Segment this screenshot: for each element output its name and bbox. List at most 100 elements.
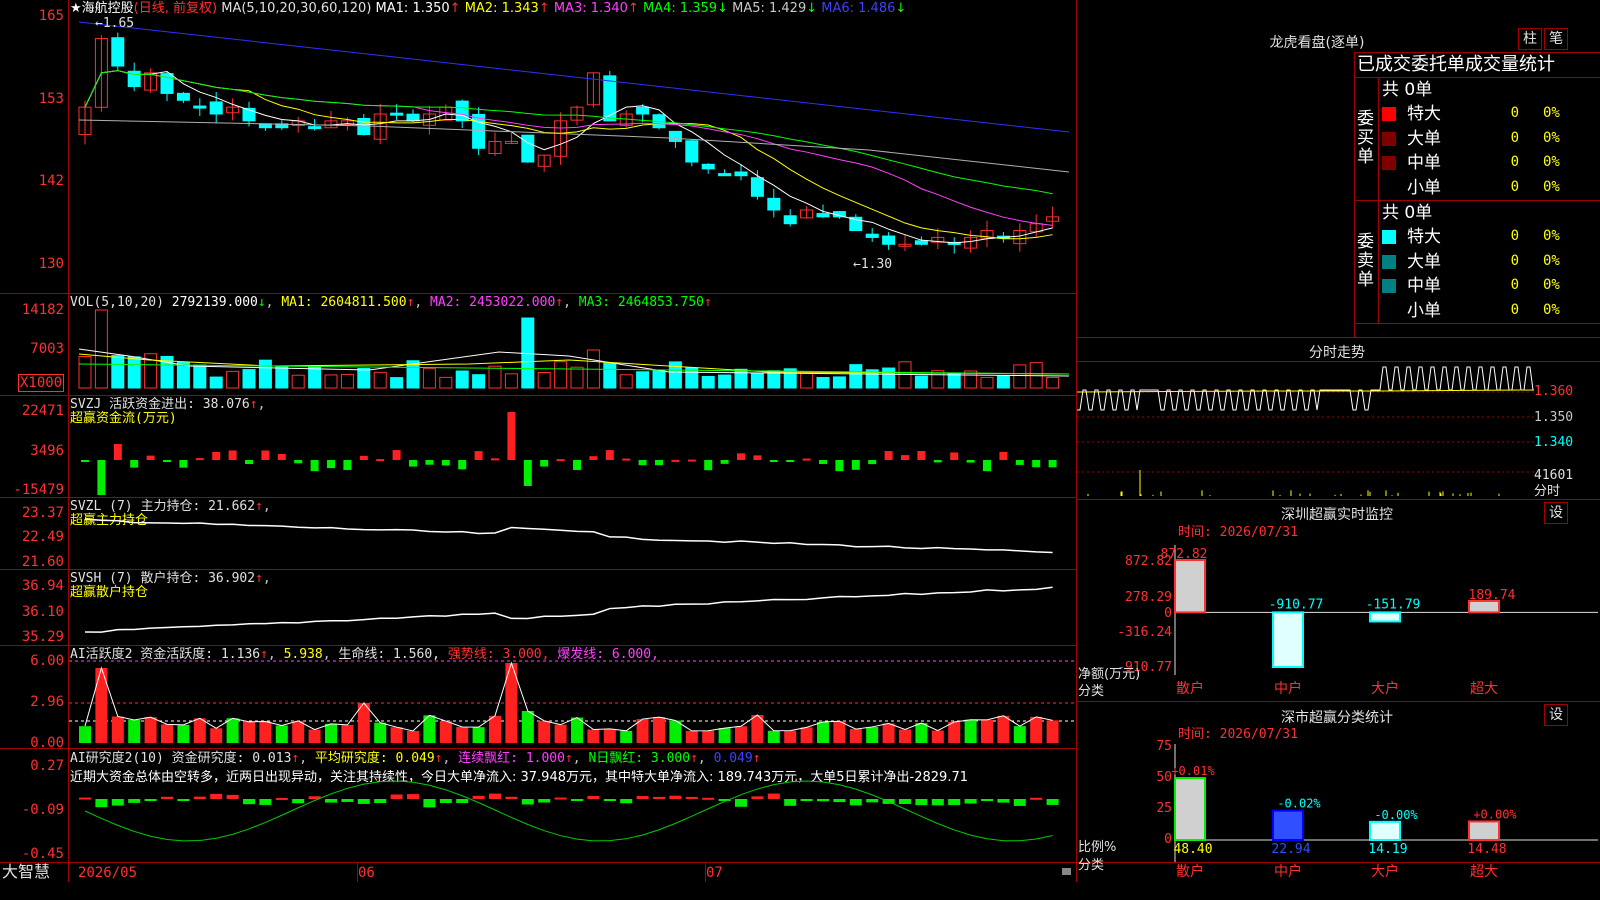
sz-class-chart[interactable]: +0.01% 48.40 散户 -0.02% 22.94 中户 -0.00% 14.19 大户 +… xyxy=(1171,744,1598,880)
sell-swatch xyxy=(1382,254,1396,269)
sz-axis-4: -316.24 xyxy=(1117,625,1172,640)
volume-bar xyxy=(439,376,453,389)
buy-row-name: 大单 xyxy=(1407,128,1441,149)
flow-bar xyxy=(261,450,270,460)
sz-settings-button[interactable]: 设 xyxy=(1544,502,1568,524)
candle-down xyxy=(111,37,125,67)
ai-activity-chart[interactable] xyxy=(69,646,1076,748)
flow-bar xyxy=(983,460,991,472)
sz-class-settings-button[interactable]: 设 xyxy=(1544,704,1568,726)
research-bar xyxy=(1013,799,1026,806)
stroke-mode-button[interactable]: 笔 xyxy=(1544,28,1568,50)
buy-side-label: 委买单 xyxy=(1357,109,1374,167)
activity-bar xyxy=(587,729,600,743)
flow-bar xyxy=(507,412,516,460)
research-bar xyxy=(259,799,272,805)
app-logo[interactable]: 大智慧 xyxy=(2,864,50,880)
research-line xyxy=(84,780,1053,842)
lock-icon[interactable] xyxy=(1062,868,1071,875)
flow-bar xyxy=(720,460,729,464)
sz2-change-label: +0.01% xyxy=(1171,764,1215,778)
activity-bar xyxy=(882,723,895,743)
svsh-chart[interactable] xyxy=(69,570,1076,644)
intraday-chart[interactable] xyxy=(1076,362,1535,498)
sell-row-count: 0 xyxy=(1510,277,1519,293)
research-bar xyxy=(95,799,108,808)
sz2-bar xyxy=(1369,820,1401,841)
candle-down xyxy=(783,215,797,225)
svsh-axis-2: 36.10 xyxy=(21,604,64,620)
tab-row: 已成交委托单成交量统计 xyxy=(1357,55,1555,75)
svzj-axis-2: 3496 xyxy=(30,443,64,459)
candle-down xyxy=(914,240,928,245)
research-bar xyxy=(571,799,583,801)
sell-swatch xyxy=(1382,230,1396,244)
tab-orders[interactable]: 委托单 xyxy=(1411,54,1465,75)
fs-axis-4: 41601 xyxy=(1534,468,1574,483)
activity-bar xyxy=(210,728,223,743)
research-bar xyxy=(915,799,928,806)
sz-time: 时间: 2026/07/31 xyxy=(1178,525,1298,540)
mainforce-line xyxy=(84,518,1053,554)
flow-bar xyxy=(409,460,417,467)
research-bar xyxy=(669,795,682,799)
research-bar xyxy=(833,799,846,803)
research-bar xyxy=(325,799,337,803)
volume-bar xyxy=(636,371,650,389)
activity-bar xyxy=(308,729,321,743)
research-bar xyxy=(1030,797,1043,800)
volume-bar xyxy=(455,370,469,389)
buy-row-name: 小单 xyxy=(1407,177,1441,198)
research-bar xyxy=(603,799,616,801)
sz-netflow-bar xyxy=(1272,611,1304,668)
buy-row-count: 0 xyxy=(1510,105,1519,121)
sz2-axis-3: 25 xyxy=(1156,801,1172,816)
candle-down xyxy=(750,177,764,197)
research-bar xyxy=(161,796,173,799)
svzj-chart[interactable] xyxy=(69,396,1076,496)
svzl-chart[interactable] xyxy=(69,498,1076,568)
sz-axis-3: 0 xyxy=(1164,606,1172,621)
volume-bar xyxy=(570,366,584,389)
bar-mode-button[interactable]: 柱 xyxy=(1518,28,1542,50)
flow-bar xyxy=(753,455,762,460)
research-bar xyxy=(226,794,239,799)
activity-bar xyxy=(718,728,731,743)
activity-bar xyxy=(833,721,846,743)
research-bar xyxy=(587,795,600,799)
research-bar xyxy=(128,799,141,803)
volume-bar xyxy=(619,374,633,389)
volume-bar xyxy=(652,369,666,389)
research-bar xyxy=(997,799,1010,803)
tab-executed[interactable]: 已成交 xyxy=(1357,54,1411,75)
fs-price-line xyxy=(1077,366,1534,411)
sz-category-label: 中户 xyxy=(1274,680,1302,697)
date-label-jul: 07 xyxy=(706,865,723,881)
volume-chart[interactable] xyxy=(69,294,1076,394)
vol-unit[interactable]: X1000 xyxy=(18,374,65,392)
candle-down xyxy=(521,134,535,163)
kline-chart[interactable] xyxy=(69,0,1076,292)
ai-research-chart[interactable] xyxy=(69,749,1076,861)
sell-row-count: 0 xyxy=(1510,228,1519,244)
volume-bar xyxy=(340,373,354,389)
flow-bar xyxy=(212,451,221,460)
sz-netflow-chart[interactable]: 872.82散户-910.77中户-151.79大户189.74超大 xyxy=(1161,545,1598,697)
flow-bar xyxy=(195,458,204,461)
activity-bar xyxy=(899,729,911,743)
buy-row-pct: 0% xyxy=(1543,154,1560,170)
research-bar xyxy=(407,794,419,799)
activity-bar xyxy=(161,724,173,743)
research-bar xyxy=(374,799,387,804)
flow-bar xyxy=(671,459,680,462)
flow-bar xyxy=(655,460,663,466)
activity-bar xyxy=(292,720,305,743)
activity-bar xyxy=(226,718,239,743)
research-bar xyxy=(111,799,124,806)
research-bar xyxy=(144,799,157,801)
activity-bar xyxy=(620,730,633,743)
tab-volume-stats[interactable]: 成交量统计 xyxy=(1465,54,1555,75)
flow-bar xyxy=(146,455,155,460)
flow-bar xyxy=(687,459,696,462)
fs-axis-5: 分时 xyxy=(1534,484,1561,499)
